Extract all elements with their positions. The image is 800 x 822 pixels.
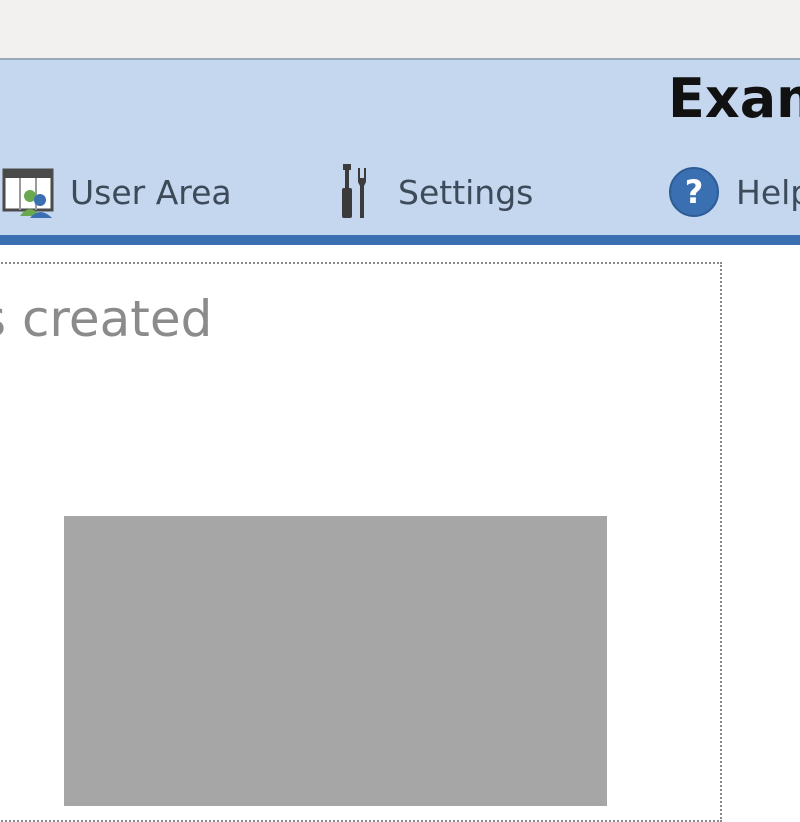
svg-text:?: ? — [685, 173, 704, 211]
nav-label-user-area: User Area — [70, 172, 232, 212]
user-area-icon — [0, 166, 58, 218]
help-icon: ? — [668, 166, 720, 218]
app-title: Exam — [668, 67, 800, 130]
nav-item-settings[interactable]: Settings — [336, 162, 533, 222]
panel-heading: s created — [0, 290, 213, 348]
ribbon-accent-line — [0, 235, 800, 245]
nav-label-help: Help — [736, 172, 800, 212]
window-top-strip — [0, 0, 800, 58]
nav-item-user-area[interactable]: User Area — [0, 162, 232, 222]
tools-icon — [336, 164, 376, 220]
nav-item-help[interactable]: ? Help — [668, 162, 800, 222]
nav-label-settings: Settings — [398, 172, 534, 212]
chart-placeholder — [64, 516, 607, 806]
